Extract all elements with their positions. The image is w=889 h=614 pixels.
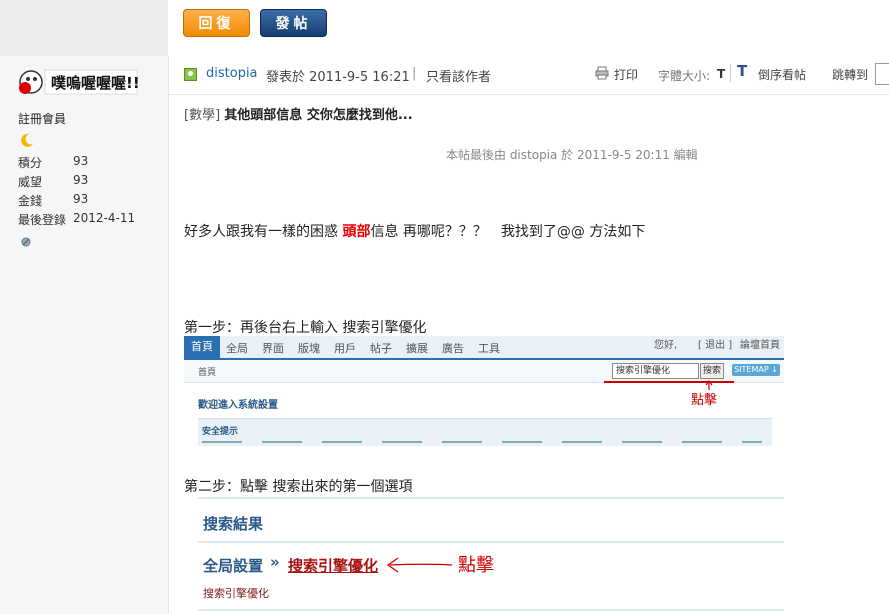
stat-value: 2012-4-11	[73, 211, 136, 225]
step-one-text: 第一步：再後台右上輸入 搜索引擎優化	[184, 320, 427, 336]
admin-welcome-title: 歡迎進入系統設置	[198, 400, 278, 411]
admin-top-nav: 首頁 全局 界面 版塊 用戶 帖子 擴展 廣告 工具 您好, [ 退出 ] 論壇…	[184, 336, 784, 360]
jump-to-label: 跳轉到	[832, 68, 869, 82]
results-breadcrumb: 全局設置	[203, 557, 264, 575]
user-stats: 積分 93 威望 93 金錢 93 最後登錄 2012-4-11	[18, 154, 135, 230]
moon-icon	[21, 133, 33, 147]
embedded-screenshot-results: 搜索結果 全局設置 » 搜索引擎優化 點擊 搜索引擎優化	[184, 497, 784, 614]
stat-value: 93	[73, 154, 89, 168]
admin-tab: 帖子	[370, 342, 392, 355]
jump-to-input[interactable]	[875, 63, 889, 85]
post-paragraph: 好多人跟我有一樣的困惑 頭部信息 再哪呢？？？ 我找到了@@ 方法如下	[184, 221, 645, 241]
admin-tab: 版塊	[298, 342, 320, 355]
admin-tab: 界面	[262, 342, 284, 355]
stat-value: 93	[73, 173, 89, 187]
admin-tab: 工具	[478, 342, 500, 355]
font-size-label: 字體大小:	[658, 69, 711, 83]
stat-row: 金錢 93	[18, 192, 135, 211]
stat-row: 積分 93	[18, 154, 135, 173]
font-size-small-button[interactable]: T	[717, 67, 725, 81]
post-title-text: 其他頭部信息 交你怎麼找到他...	[224, 108, 413, 123]
step-two-text: 第二步：點擊 搜索出來的第一個選項	[184, 479, 413, 495]
avatar[interactable]: 噗嗚喔喔喔!!	[17, 66, 139, 98]
avatar-text: 噗嗚喔喔喔!!	[51, 74, 139, 92]
results-divider	[198, 497, 784, 499]
results-sub-item: 搜索引擎優化	[203, 587, 269, 600]
admin-tab: 擴展	[406, 342, 428, 355]
stat-value: 93	[73, 192, 89, 206]
reply-button[interactable]: 回復	[183, 9, 250, 37]
stat-label: 金錢	[18, 194, 43, 208]
edited-note: 本帖最後由 distopia 於 2011-9-5 20:11 編輯	[446, 148, 698, 162]
post-time: 發表於 2011-9-5 16:21	[266, 70, 410, 85]
new-post-button[interactable]: 發帖	[260, 9, 327, 37]
header-divider	[730, 64, 731, 82]
online-status-icon	[184, 68, 197, 81]
admin-search-field: 搜索引擎優化	[612, 363, 699, 379]
user-rank: 註冊會員	[18, 112, 67, 126]
post-title: [數學] 其他頭部信息 交你怎麼找到他...	[184, 104, 413, 123]
user-sidebar: 噗嗚喔喔喔!! 註冊會員 積分 93 威望 93 金錢 93 最後登錄 2012…	[0, 56, 169, 614]
highlighted-text: 頭部	[342, 224, 371, 240]
stat-label: 威望	[18, 175, 43, 189]
paragraph-text: 好多人跟我有一樣的困惑	[184, 224, 343, 240]
stat-row: 威望 93	[18, 173, 135, 192]
admin-breadcrumb: 首頁	[198, 368, 217, 378]
printer-icon[interactable]	[595, 66, 609, 80]
stat-label: 最後登錄	[18, 213, 67, 227]
results-seo-link: 搜索引擎優化	[288, 557, 379, 575]
only-author-link[interactable]: 只看該作者	[426, 66, 491, 85]
sidebar-top-background	[0, 0, 168, 56]
header-separator: |	[412, 66, 417, 81]
print-link[interactable]: 打印	[614, 66, 638, 83]
results-heading: 搜索結果	[203, 515, 264, 533]
admin-forum-home: 論壇首頁	[740, 340, 780, 351]
post-category[interactable]: [數學]	[184, 108, 220, 123]
stat-label: 積分	[18, 156, 43, 170]
author-link[interactable]: distopia	[206, 66, 258, 81]
admin-tip-title: 安全提示	[202, 427, 239, 437]
reverse-order-link[interactable]: 倒序看帖	[758, 66, 806, 83]
admin-logout: [ 退出 ]	[698, 340, 733, 351]
results-breadcrumb-separator: »	[270, 553, 280, 571]
font-size-large-button[interactable]: T	[737, 62, 747, 80]
satellite-icon[interactable]	[20, 236, 32, 248]
results-divider	[198, 541, 784, 543]
admin-tip-lines	[202, 441, 762, 443]
admin-search-bar: 首頁 搜索引擎優化 搜索 SITEMAP ↓	[184, 360, 784, 383]
admin-tab: 廣告	[442, 342, 464, 355]
stat-row: 最後登錄 2012-4-11	[18, 211, 135, 230]
admin-sitemap-badge: SITEMAP ↓	[732, 364, 780, 376]
admin-search-button: 搜索	[700, 363, 724, 379]
admin-tab: 全局	[226, 342, 248, 355]
admin-tab: 首頁	[184, 336, 220, 358]
admin-tab: 用戶	[334, 342, 356, 355]
admin-greeting: 您好,	[654, 340, 678, 351]
top-action-bar: 回復 發帖	[0, 0, 889, 56]
click-annotation: 點擊	[691, 393, 718, 408]
embedded-screenshot-admin: 首頁 全局 界面 版塊 用戶 帖子 擴展 廣告 工具 您好, [ 退出 ] 論壇…	[184, 336, 784, 446]
red-arrow-icon	[386, 557, 453, 573]
admin-tip-panel: 安全提示	[198, 418, 772, 446]
click-annotation: 點擊	[458, 555, 494, 576]
red-underline-annotation	[604, 381, 734, 383]
results-divider	[198, 609, 784, 611]
post-header: distopia 發表於 2011-9-5 16:21 | 只看該作者 打印 字…	[168, 56, 889, 95]
paragraph-text: 信息 再哪呢？？？ 我找到了@@ 方法如下	[370, 224, 646, 240]
